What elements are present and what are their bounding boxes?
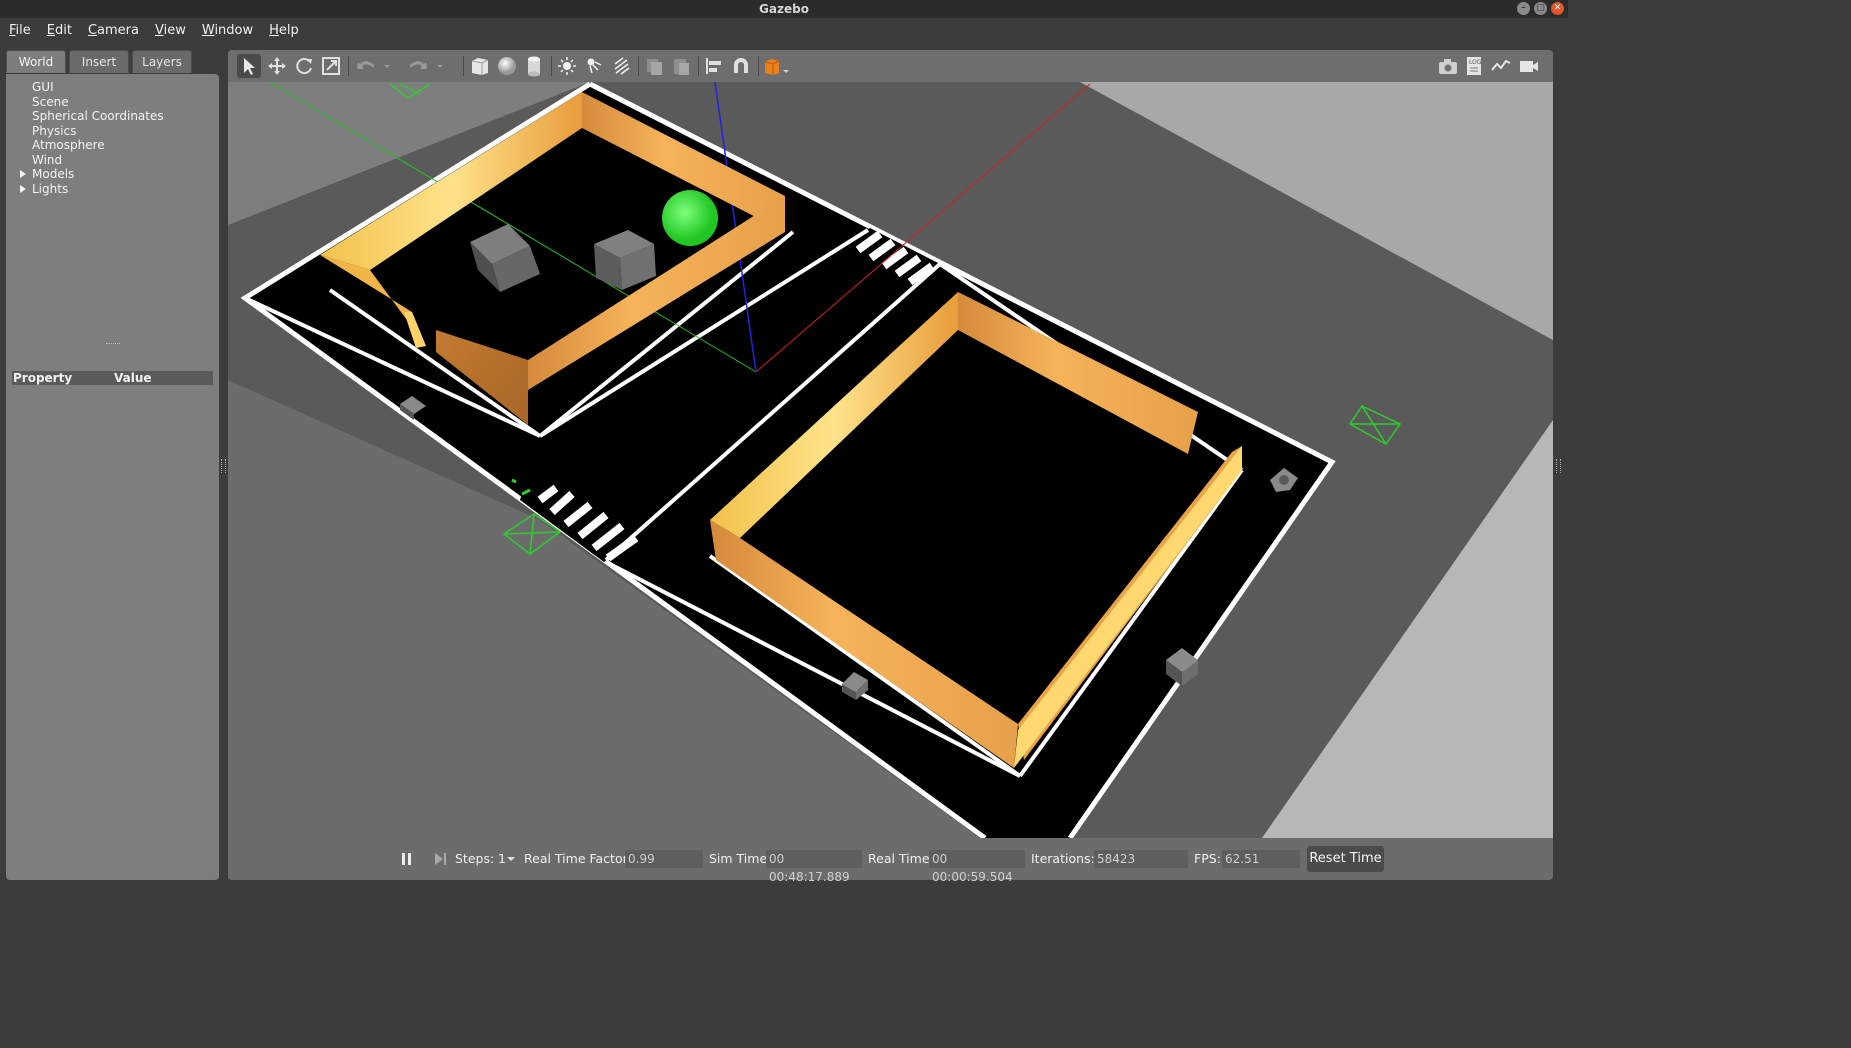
property-table-header: Property Value xyxy=(12,371,213,385)
tree-item-label: GUI xyxy=(32,80,54,94)
log-icon[interactable]: LOG xyxy=(1462,54,1486,78)
svg-text:LOG: LOG xyxy=(1469,59,1482,66)
menubar: File Edit Camera View Window Help xyxy=(0,18,1568,44)
tab-world[interactable]: World xyxy=(6,50,66,73)
window-title: Gazebo xyxy=(759,2,809,16)
menu-window[interactable]: Window xyxy=(193,18,260,44)
undo-dropdown-icon[interactable] xyxy=(380,54,394,78)
tree-item-atmosphere[interactable]: Atmosphere xyxy=(16,138,164,153)
redo-icon[interactable] xyxy=(406,54,430,78)
render-window: LOG Steps: 1 Real Time Factor: 0.99 Sim … xyxy=(228,50,1553,884)
tree-item-physics[interactable]: Physics xyxy=(16,124,164,139)
left-panel: World Insert Layers GUI Scene Spherical … xyxy=(6,50,219,880)
reset-time-button[interactable]: Reset Time xyxy=(1307,846,1384,872)
world-tree: GUI Scene Spherical Coordinates Physics … xyxy=(16,80,164,196)
steps-label: Steps: xyxy=(455,851,495,866)
point-light-icon[interactable] xyxy=(555,54,579,78)
copy-icon[interactable] xyxy=(642,54,666,78)
scene-canvas xyxy=(228,81,1553,841)
minimize-icon[interactable]: – xyxy=(1517,2,1530,15)
toolbar: LOG xyxy=(228,50,1553,82)
steps-dropdown-icon[interactable] xyxy=(507,857,515,861)
tree-item-label: Spherical Coordinates xyxy=(32,109,164,123)
fps-value: 62.51 xyxy=(1222,850,1300,868)
sim-time-label: Sim Time: xyxy=(709,851,772,866)
tree-item-label: Scene xyxy=(32,94,69,109)
close-icon[interactable]: ✕ xyxy=(1551,2,1564,15)
undo-icon[interactable] xyxy=(354,54,378,78)
tree-item-label: Models xyxy=(32,167,75,181)
expand-arrow-icon[interactable] xyxy=(20,184,26,193)
tree-item-gui[interactable]: GUI xyxy=(16,80,164,95)
scale-mode-icon[interactable] xyxy=(319,54,343,78)
property-column-header: Property xyxy=(13,371,73,385)
tree-item-label: Atmosphere xyxy=(32,138,105,152)
paste-icon[interactable] xyxy=(669,54,693,78)
steps-value[interactable]: 1 xyxy=(498,851,506,867)
status-bar: Steps: 1 Real Time Factor: 0.99 Sim Time… xyxy=(228,838,1553,884)
3d-scene-viewport[interactable] xyxy=(228,81,1553,841)
tree-item-scene[interactable]: Scene xyxy=(16,95,164,110)
snap-magnet-icon[interactable] xyxy=(729,54,753,78)
tab-layers[interactable]: Layers xyxy=(132,50,192,73)
cylinder-shape-icon[interactable] xyxy=(522,54,546,78)
pause-icon[interactable] xyxy=(400,851,414,867)
expand-arrow-icon[interactable] xyxy=(20,170,26,178)
spot-light-icon[interactable] xyxy=(582,54,606,78)
menu-help[interactable]: Help xyxy=(260,18,306,44)
sphere-shape-icon[interactable] xyxy=(495,54,519,78)
maximize-icon[interactable]: ▢ xyxy=(1534,2,1547,15)
align-icon[interactable] xyxy=(702,54,726,78)
redo-dropdown-icon[interactable] xyxy=(433,54,447,78)
sim-time-value: 00 00:48:17.889 xyxy=(766,850,862,884)
tree-item-models[interactable]: Models xyxy=(16,167,164,182)
plot-icon[interactable] xyxy=(1489,54,1513,78)
tree-item-lights[interactable]: Lights xyxy=(16,182,164,197)
green-sphere[interactable] xyxy=(662,190,718,246)
tree-item-label: Wind xyxy=(32,152,63,167)
panel-splitter[interactable] xyxy=(106,343,120,346)
rotate-mode-icon[interactable] xyxy=(292,54,316,78)
menu-view[interactable]: View xyxy=(146,18,193,44)
menu-edit[interactable]: Edit xyxy=(38,18,79,44)
left-splitter-handle[interactable] xyxy=(221,459,226,473)
real-time-value: 00 00:00:59.504 xyxy=(929,850,1025,884)
tree-item-label: Lights xyxy=(32,181,69,196)
tree-item-spherical-coordinates[interactable]: Spherical Coordinates xyxy=(16,109,164,124)
screenshot-icon[interactable] xyxy=(1436,54,1460,78)
right-splitter-handle[interactable] xyxy=(1556,459,1561,473)
tree-item-label: Physics xyxy=(32,123,77,138)
iterations-value: 58423 xyxy=(1094,850,1188,868)
real-time-factor-value: 0.99 xyxy=(625,850,703,868)
step-icon[interactable] xyxy=(433,851,449,867)
tree-item-wind[interactable]: Wind xyxy=(16,153,164,168)
iterations-label: Iterations: xyxy=(1031,851,1095,866)
video-record-icon[interactable] xyxy=(1517,54,1541,78)
select-mode-icon[interactable] xyxy=(237,54,261,78)
tab-insert[interactable]: Insert xyxy=(69,50,129,73)
real-time-label: Real Time: xyxy=(868,851,934,866)
fps-label: FPS: xyxy=(1194,851,1221,866)
world-tree-panel: GUI Scene Spherical Coordinates Physics … xyxy=(6,74,219,880)
change-view-angle-icon[interactable] xyxy=(762,54,792,78)
menu-camera[interactable]: Camera xyxy=(79,18,146,44)
translate-mode-icon[interactable] xyxy=(265,54,289,78)
value-column-header: Value xyxy=(114,371,152,385)
real-time-factor-label: Real Time Factor: xyxy=(524,851,632,866)
menu-file[interactable]: File xyxy=(0,18,38,44)
panel-tabs: World Insert Layers xyxy=(6,50,219,74)
directional-light-icon[interactable] xyxy=(609,54,633,78)
window-titlebar: Gazebo – ▢ ✕ xyxy=(0,0,1568,18)
box-shape-icon[interactable] xyxy=(468,54,492,78)
